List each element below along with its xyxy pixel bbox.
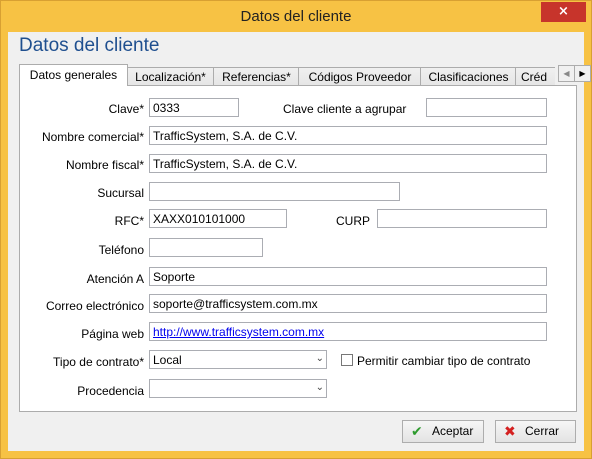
dialog-window: Datos del cliente × Datos del cliente Da…: [0, 0, 592, 459]
telefono-label: Teléfono: [98, 243, 144, 257]
atencion-field[interactable]: Soporte: [149, 267, 547, 286]
rfc-label: RFC*: [114, 214, 144, 228]
curp-label: CURP: [336, 214, 371, 228]
tab-clasificaciones[interactable]: Clasificaciones: [420, 67, 517, 86]
correo-field[interactable]: soporte@trafficsystem.com.mx: [149, 294, 547, 313]
tab-label: Referencias*: [222, 70, 291, 84]
tab-label: Créd: [521, 70, 548, 84]
tab-codigos-proveedor[interactable]: Códigos Proveedor: [298, 67, 422, 86]
permitir-label[interactable]: Permitir cambiar tipo de contrato: [357, 354, 530, 368]
nombre-fiscal-label: Nombre fiscal*: [65, 158, 144, 172]
tab-panel-datos-generales: Clave* 0333 Clave cliente a agrupar Nomb…: [19, 85, 577, 412]
window-title: Datos del cliente: [240, 8, 352, 25]
tab-referencias[interactable]: Referencias*: [213, 67, 300, 86]
tab-label: Datos generales: [29, 68, 118, 82]
tipo-contrato-select[interactable]: Local ⌄: [149, 350, 327, 369]
procedencia-select[interactable]: ⌄: [149, 379, 327, 398]
tipo-contrato-label: Tipo de contrato*: [53, 355, 144, 369]
close-icon[interactable]: ×: [541, 2, 586, 22]
page-title: Datos del cliente: [19, 35, 160, 56]
tipo-contrato-value: Local: [153, 353, 182, 367]
scroll-right-icon[interactable]: ▶: [574, 65, 591, 82]
cerrar-label: Cerrar: [525, 424, 560, 438]
chevron-down-icon: ⌄: [315, 382, 324, 393]
clave-label: Clave*: [108, 102, 144, 116]
title-bar[interactable]: Datos del cliente ×: [1, 1, 591, 32]
tab-localizacion[interactable]: Localización*: [126, 67, 215, 86]
aceptar-label: Aceptar: [432, 424, 474, 438]
tab-datos-generales[interactable]: Datos generales: [19, 64, 128, 86]
pagina-web-label: Página web: [81, 327, 144, 341]
curp-field[interactable]: [377, 209, 547, 228]
tab-label: Códigos Proveedor: [308, 70, 412, 84]
cerrar-button[interactable]: ✖ Cerrar: [495, 420, 576, 443]
nombre-comercial-label: Nombre comercial*: [41, 130, 144, 144]
clave-agrupar-label: Clave cliente a agrupar: [283, 102, 407, 116]
dialog-body: Datos del cliente Datos generales Locali…: [8, 32, 591, 451]
atencion-label: Atención A: [86, 272, 144, 286]
clave-field[interactable]: 0333: [149, 98, 239, 117]
check-icon: ✔: [411, 423, 423, 439]
aceptar-button[interactable]: ✔ Aceptar: [402, 420, 484, 443]
pagina-web-link[interactable]: http://www.trafficsystem.com.mx: [153, 325, 324, 339]
tab-label: Clasificaciones: [428, 70, 509, 84]
correo-label: Correo electrónico: [45, 299, 144, 313]
pagina-web-field[interactable]: http://www.trafficsystem.com.mx: [149, 322, 547, 341]
permitir-checkbox[interactable]: [341, 354, 353, 366]
tab-strip: Datos generales Localización* Referencia…: [19, 64, 555, 86]
tab-creditos[interactable]: Créd: [515, 67, 555, 86]
tab-label: Localización*: [135, 70, 206, 84]
nombre-fiscal-field[interactable]: TrafficSystem, S.A. de C.V.: [149, 154, 547, 173]
chevron-down-icon: ⌄: [315, 353, 324, 364]
nombre-comercial-field[interactable]: TrafficSystem, S.A. de C.V.: [149, 126, 547, 145]
sucursal-label: Sucursal: [97, 186, 144, 200]
clave-agrupar-field[interactable]: [426, 98, 547, 117]
telefono-field[interactable]: [149, 238, 263, 257]
x-icon: ✖: [504, 423, 516, 439]
rfc-field[interactable]: XAXX010101000: [149, 209, 287, 228]
scroll-left-icon[interactable]: ◀: [558, 65, 575, 82]
procedencia-label: Procedencia: [77, 384, 144, 398]
sucursal-field[interactable]: [149, 182, 400, 201]
